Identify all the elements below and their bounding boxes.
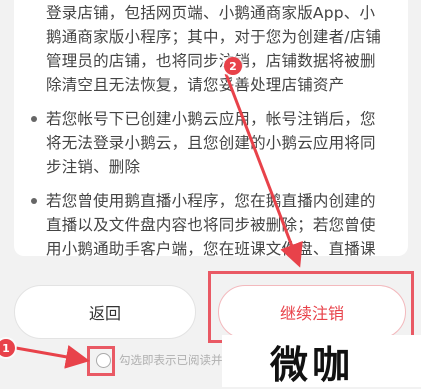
annotation-badge-2: 2 — [224, 57, 242, 75]
bullet-icon — [31, 198, 37, 204]
bullet-icon — [31, 116, 37, 122]
notice-line: 管理员的店铺，也将同步注销，店铺数据将被删 — [46, 52, 376, 70]
notice-line: 若您帐号下已创建小鹅云应用，帐号注销后，您 — [46, 110, 376, 128]
notice-line: 登录店铺，包括网页端、小鹅通商家版App、小 — [46, 4, 376, 22]
continue-cancel-button[interactable]: 继续注销 — [218, 285, 406, 339]
notice-line: 将无法登录小鹅云，且您创建的小鹅云应用将同 — [46, 134, 376, 152]
watermark-text: 微咖 — [270, 342, 355, 387]
back-button[interactable]: 返回 — [14, 285, 196, 339]
agree-checkbox[interactable] — [96, 352, 111, 368]
agreement-text: 勾选即表示已阅读并同 — [119, 353, 234, 367]
notice-line: 鹅通商家版小程序；其中，对于您为创建者/店铺 — [46, 28, 382, 46]
notice-line: 若您曾使用鹅直播小程序，您在鹅直播内创建的 — [46, 192, 376, 210]
notice-line: 用小鹅通助手客户端，您在班课文件盘、直播课 — [46, 240, 376, 256]
watermark-logo: 微咖 — [222, 335, 421, 387]
notice-line: 步注销、删除 — [46, 158, 141, 176]
notice-card: 登录店铺，包括网页端、小鹅通商家版App、小 鹅通商家版小程序；其中，对于您为创… — [14, 0, 408, 256]
notice-line: 除清空且无法恢复，请您妥善处理店铺资产 — [46, 76, 345, 94]
arrow-to-checkbox — [15, 345, 90, 369]
notice-line: 直播以及文件盘内容也将同步被删除；若您曾使 — [46, 216, 376, 234]
annotation-badge-1: 1 — [0, 339, 15, 357]
agreement-row: 勾选即表示已阅读并同 — [92, 349, 234, 371]
